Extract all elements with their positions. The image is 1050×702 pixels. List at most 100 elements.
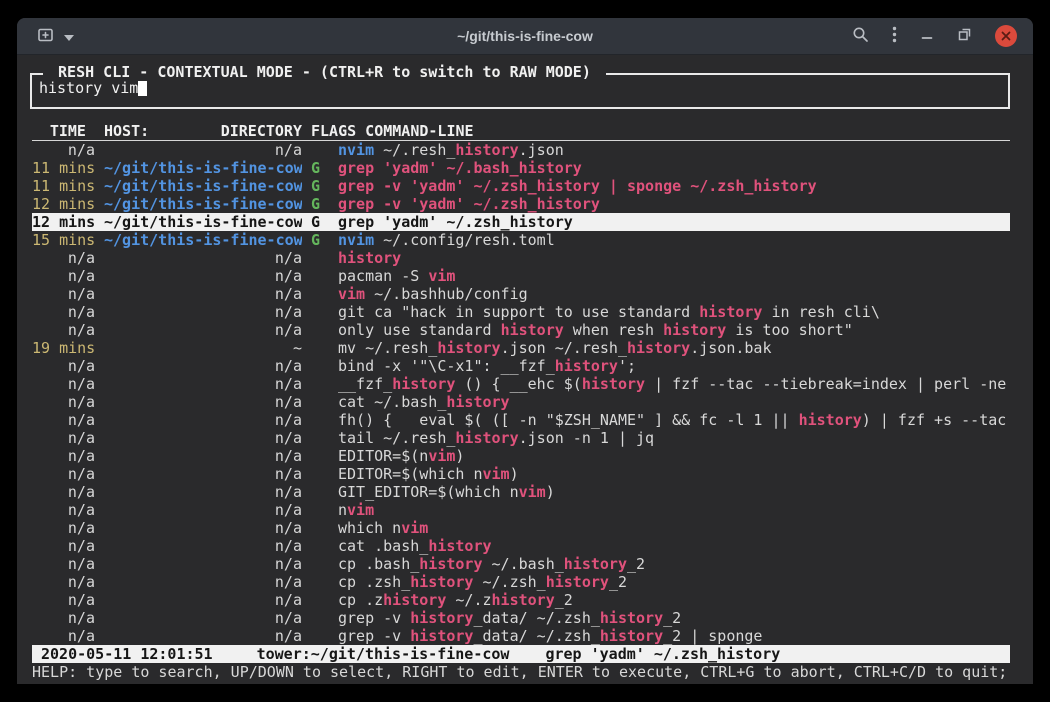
row-time: 15 mins	[32, 231, 95, 249]
history-row[interactable]: n/an/a__fzf_history () { __ehc $(history…	[32, 375, 1010, 393]
command-text: in resh cli\	[762, 303, 879, 321]
status-command: grep 'yadm' ~/.zsh_history	[545, 645, 780, 663]
history-row[interactable]: n/an/anvim	[32, 501, 1010, 519]
row-command: cp .zhistory ~/.zhistory_2	[338, 591, 1010, 609]
close-button[interactable]	[995, 25, 1017, 47]
command-text: cp .zsh_	[338, 573, 410, 591]
command-text: cat .bash_	[338, 537, 428, 555]
matched-term: vim	[483, 465, 510, 483]
matched-term: history	[392, 375, 455, 393]
command-text: .json.bak	[690, 339, 771, 357]
history-row[interactable]: 19 mins~mv ~/.resh_history.json ~/.resh_…	[32, 339, 1010, 357]
row-time: 11 mins	[32, 177, 95, 195]
matched-term: vim	[428, 267, 455, 285]
search-input[interactable]: history vim	[39, 79, 1001, 97]
row-time: n/a	[32, 321, 95, 339]
new-tab-button[interactable]	[37, 24, 55, 48]
command-text: is too short"	[726, 321, 852, 339]
command-text: nvim	[338, 231, 374, 249]
row-command: grep -v 'yadm' ~/.zsh_history | sponge ~…	[338, 177, 1010, 195]
row-flags	[311, 447, 338, 465]
row-host-directory: n/a	[104, 141, 302, 159]
history-row[interactable]: n/an/awhich nvim	[32, 519, 1010, 537]
row-host-directory: n/a	[104, 375, 302, 393]
minimize-button[interactable]	[920, 24, 934, 48]
history-row[interactable]: n/an/acp .zsh_history ~/.zsh_history_2	[32, 573, 1010, 591]
row-time: 12 mins	[32, 213, 95, 231]
history-row[interactable]: 12 mins~/git/this-is-fine-cowGgrep -v 'y…	[32, 195, 1010, 213]
history-row[interactable]: n/an/apacman -S vim	[32, 267, 1010, 285]
matched-term: vim	[401, 519, 428, 537]
command-text: cp .z	[338, 591, 383, 609]
row-time: n/a	[32, 537, 95, 555]
history-row[interactable]: n/an/agit ca "hack in support to use sta…	[32, 303, 1010, 321]
command-text: ~/.z	[446, 591, 491, 609]
row-time: 19 mins	[32, 339, 95, 357]
row-time: n/a	[32, 465, 95, 483]
tab-dropdown-button[interactable]	[64, 24, 74, 48]
history-row[interactable]: n/an/acp .bash_history ~/.bash_history_2	[32, 555, 1010, 573]
history-row[interactable]: n/an/aEDITOR=$(which nvim)	[32, 465, 1010, 483]
matched-term: vim	[519, 483, 546, 501]
search-button[interactable]	[852, 24, 869, 48]
history-row[interactable]: 11 mins~/git/this-is-fine-cowGgrep -v 'y…	[32, 177, 1010, 195]
row-flags	[311, 429, 338, 447]
restore-icon	[957, 27, 972, 45]
titlebar-left-controls	[29, 24, 74, 48]
history-row[interactable]: n/an/aGIT_EDITOR=$(which nvim)	[32, 483, 1010, 501]
row-flags	[311, 555, 338, 573]
row-flags: G	[311, 177, 338, 195]
matched-term: history	[600, 609, 663, 627]
header-host-directory: HOST: DIRECTORY	[104, 122, 302, 140]
row-command: fh() { eval $( ([ -n "$ZSH_NAME" ] && fc…	[338, 411, 1010, 429]
history-row[interactable]: n/an/abind -x '"\C-x1": __fzf_history';	[32, 357, 1010, 375]
history-row[interactable]: n/an/anvim ~/.resh_history.json	[32, 141, 1010, 159]
terminal-content: RESH CLI - CONTEXTUAL MODE - (CTRL+R to …	[17, 55, 1033, 684]
history-row[interactable]: 12 mins~/git/this-is-fine-cowGgrep 'yadm…	[32, 213, 1010, 231]
row-host-directory: ~/git/this-is-fine-cow	[104, 159, 302, 177]
history-row[interactable]: n/an/agrep -v history_data/ ~/.zsh_histo…	[32, 609, 1010, 627]
command-text: _2	[627, 555, 645, 573]
history-row[interactable]: 11 mins~/git/this-is-fine-cowGgrep 'yadm…	[32, 159, 1010, 177]
history-row[interactable]: n/an/atail ~/.resh_history.json -n 1 | j…	[32, 429, 1010, 447]
status-bar: 2020-05-11 12:01:51 tower:~/git/this-is-…	[32, 645, 1010, 663]
history-row[interactable]: n/an/ahistory	[32, 249, 1010, 267]
command-text: )	[455, 447, 464, 465]
row-flags	[311, 519, 338, 537]
row-flags	[311, 537, 338, 555]
row-command: bind -x '"\C-x1": __fzf_history';	[338, 357, 1010, 375]
history-row[interactable]: n/an/acat .bash_history	[32, 537, 1010, 555]
matched-term: history	[564, 555, 627, 573]
command-text: GIT_EDITOR=$(which n	[338, 483, 519, 501]
row-command: grep 'yadm' ~/.bash_history	[338, 159, 1010, 177]
menu-kebab-icon	[892, 26, 897, 46]
history-row[interactable]: 15 mins~/git/this-is-fine-cowGnvim ~/.co…	[32, 231, 1010, 249]
history-row[interactable]: n/an/acp .zhistory ~/.zhistory_2	[32, 591, 1010, 609]
restore-button[interactable]	[957, 24, 972, 48]
row-flags	[311, 465, 338, 483]
row-command: pacman -S vim	[338, 267, 1010, 285]
history-row[interactable]: n/an/avim ~/.bashhub/config	[32, 285, 1010, 303]
command-text: nvim	[338, 141, 374, 159]
history-row[interactable]: n/an/afh() { eval $( ([ -n "$ZSH_NAME" ]…	[32, 411, 1010, 429]
matched-term: history	[600, 627, 663, 645]
row-time: 11 mins	[32, 159, 95, 177]
history-row[interactable]: n/an/aonly use standard history when res…	[32, 321, 1010, 339]
history-row[interactable]: n/an/aEDITOR=$(nvim)	[32, 447, 1010, 465]
row-host-directory: n/a	[104, 357, 302, 375]
row-time: n/a	[32, 519, 95, 537]
matched-term: history	[492, 591, 555, 609]
row-flags: G	[311, 231, 338, 249]
row-command: vim ~/.bashhub/config	[338, 285, 1010, 303]
row-host-directory: n/a	[104, 537, 302, 555]
new-tab-icon	[37, 27, 55, 46]
row-host-directory: n/a	[104, 321, 302, 339]
row-host-directory: n/a	[104, 483, 302, 501]
row-flags	[311, 375, 338, 393]
history-row[interactable]: n/an/agrep -v history_data/ ~/.zsh_histo…	[32, 627, 1010, 645]
menu-button[interactable]	[892, 24, 897, 48]
row-flags: G	[311, 213, 338, 231]
history-row[interactable]: n/an/acat ~/.bash_history	[32, 393, 1010, 411]
help-line: HELP: type to search, UP/DOWN to select,…	[32, 663, 1010, 681]
row-time: n/a	[32, 141, 95, 159]
